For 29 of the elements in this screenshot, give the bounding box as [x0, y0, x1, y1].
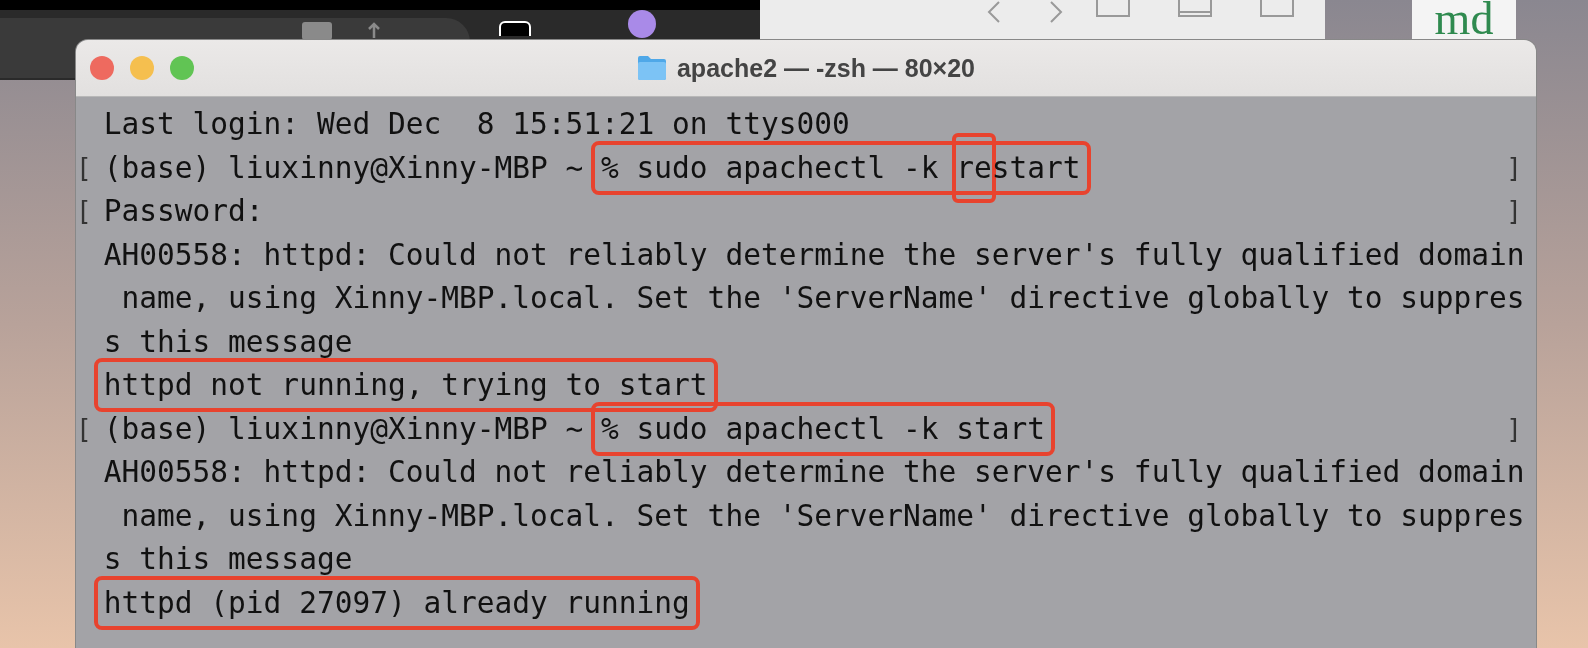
- zoom-button[interactable]: [170, 56, 194, 80]
- line-mark: ]: [1506, 412, 1522, 446]
- terminal-text: name, using Xinny-MBP.local. Set the 'ServerName' directive globally to suppres: [120, 281, 1525, 315]
- annotation-box: re: [952, 132, 996, 203]
- logo-text: md: [1434, 0, 1494, 38]
- line-mark: ]: [1506, 195, 1522, 228]
- terminal-text: Last login: Wed Dec 8 15:51:21 on ttys000: [103, 107, 850, 141]
- minimize-button[interactable]: [130, 56, 154, 80]
- line-mark: [: [76, 195, 92, 228]
- avatar[interactable]: [628, 10, 656, 38]
- terminal-text: s this message: [103, 324, 353, 359]
- terminal-text: AH00558: httpd: Could not reliably determine the server's fully qualified domain: [103, 237, 1525, 272]
- line-mark: ]: [1506, 151, 1522, 185]
- folder-icon: [636, 55, 667, 81]
- terminal-text: name, using Xinny-MBP.local. Set the 'ServerName' directive globally to suppres: [120, 498, 1525, 533]
- terminal-text: AH00558: httpd: Could not reliably determine the server's fully qualified domain: [103, 455, 1525, 489]
- line-mark: [: [76, 151, 92, 185]
- terminal-text: (base) liuxinny@Xinny-MBP ~: [103, 150, 585, 185]
- line-mark: [: [76, 412, 92, 446]
- tab-icon[interactable]: [300, 20, 334, 40]
- highlighted-text: httpd not running, trying to start: [93, 358, 718, 412]
- terminal-text: Password:: [103, 194, 264, 228]
- highlighted-text: % sudo apachectl -k start: [591, 401, 1056, 456]
- window-title: apache2 — -zsh — 80×20: [676, 53, 976, 83]
- close-button[interactable]: [90, 56, 114, 80]
- terminal-text: % sudo apachectl -k: [601, 150, 940, 185]
- terminal-text: (base) liuxinny@Xinny-MBP ~: [103, 411, 585, 446]
- terminal-text: s this message: [103, 542, 353, 576]
- highlighted-text: httpd (pid 27097) already running: [93, 575, 700, 630]
